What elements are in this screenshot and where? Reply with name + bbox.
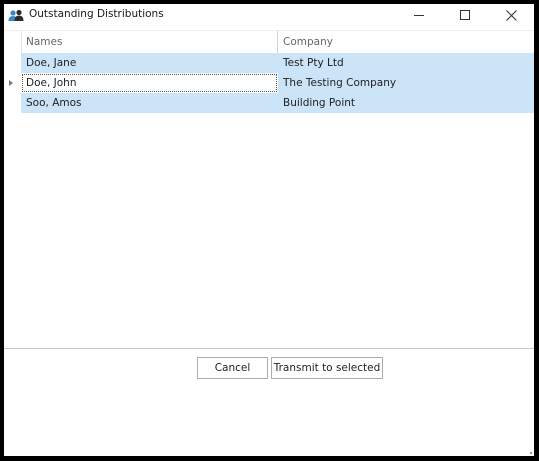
row-indicator[interactable] xyxy=(4,93,21,113)
resize-grip-icon[interactable] xyxy=(529,451,532,454)
table-row[interactable]: Doe, John The Testing Company xyxy=(4,73,534,93)
row-header-corner xyxy=(4,31,22,53)
table-row[interactable]: Doe, Jane Test Pty Ltd xyxy=(4,53,534,73)
column-header-names[interactable]: Names xyxy=(21,31,278,53)
close-icon xyxy=(505,9,517,21)
cell-name[interactable]: Soo, Amos xyxy=(21,93,278,113)
outstanding-distributions-window: Outstanding Distributions Names Company xyxy=(4,4,534,456)
minimize-button[interactable] xyxy=(396,4,442,26)
cell-company[interactable]: Building Point xyxy=(278,93,534,113)
close-button[interactable] xyxy=(488,4,534,26)
people-icon xyxy=(8,9,24,21)
maximize-icon xyxy=(460,10,470,20)
column-header-company[interactable]: Company xyxy=(278,31,534,53)
window-title: Outstanding Distributions xyxy=(29,8,164,20)
row-indicator[interactable] xyxy=(4,73,21,93)
table-row[interactable]: Soo, Amos Building Point xyxy=(4,93,534,113)
distributions-grid[interactable]: Names Company Doe, Jane Test Pty Ltd Doe… xyxy=(4,30,534,348)
cell-company[interactable]: Test Pty Ltd xyxy=(278,53,534,73)
title-bar[interactable]: Outstanding Distributions xyxy=(4,4,534,26)
divider xyxy=(4,348,534,349)
row-indicator[interactable] xyxy=(4,53,21,73)
maximize-button[interactable] xyxy=(442,4,488,26)
transmit-to-selected-button[interactable]: Transmit to selected xyxy=(271,357,383,379)
cell-name[interactable]: Doe, John xyxy=(21,73,278,93)
current-row-arrow-icon xyxy=(9,80,13,86)
cancel-button[interactable]: Cancel xyxy=(197,357,268,379)
cell-company[interactable]: The Testing Company xyxy=(278,73,534,93)
cell-name[interactable]: Doe, Jane xyxy=(21,53,278,73)
grid-header: Names Company xyxy=(4,30,534,54)
minimize-icon xyxy=(414,15,424,16)
